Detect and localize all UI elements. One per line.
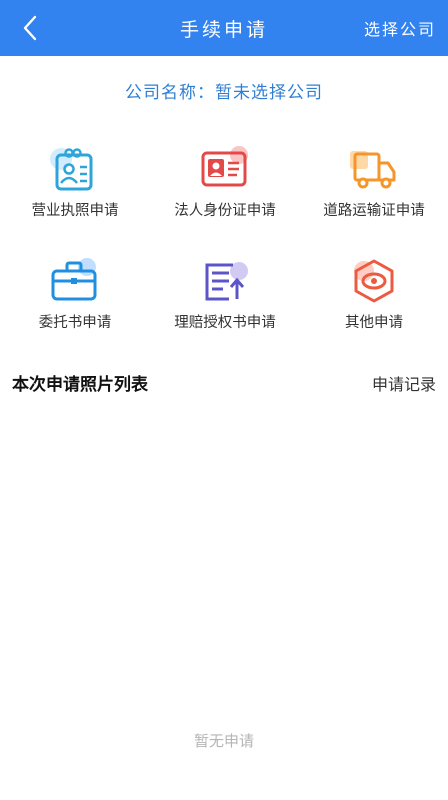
id-card-icon — [201, 146, 248, 187]
tile-label: 委托书申请 — [38, 315, 112, 331]
tile-label: 其他申请 — [345, 315, 403, 331]
tile-label: 理赔授权书申请 — [174, 315, 276, 331]
navbar: 手续申请 选择公司 — [0, 0, 448, 56]
page-title: 手续申请 — [179, 18, 268, 41]
photo-list-title: 本次申请照片列表 — [12, 375, 148, 395]
hexagon-eye-icon — [354, 259, 394, 303]
business-license-icon — [50, 148, 93, 191]
tile-claim-authorization[interactable]: 理赔授权书申请 — [150, 257, 300, 339]
application-grid: 营业执照申请 法人身份证申请 道路运输证申请 委托书申请 理赔授权书申请 其他申… — [0, 145, 448, 339]
select-company-button[interactable]: 选择公司 — [364, 16, 436, 40]
tile-label: 道路运输证申请 — [323, 203, 425, 219]
photo-list-header: 本次申请照片列表 申请记录 — [12, 370, 436, 396]
chevron-left-icon — [23, 15, 37, 41]
tile-label: 营业执照申请 — [31, 203, 119, 219]
application-records-link[interactable]: 申请记录 — [372, 371, 436, 395]
company-name-label: 公司名称：暂未选择公司 — [125, 83, 323, 103]
briefcase-icon — [51, 258, 97, 301]
empty-state-text: 暂无申请 — [193, 732, 254, 750]
back-button[interactable] — [12, 10, 48, 46]
document-upload-icon — [205, 262, 248, 301]
tile-power-of-attorney[interactable]: 委托书申请 — [0, 257, 150, 339]
tile-other[interactable]: 其他申请 — [300, 257, 448, 339]
tile-id-card[interactable]: 法人身份证申请 — [150, 145, 300, 227]
tile-business-license[interactable]: 营业执照申请 — [0, 145, 150, 227]
tile-road-transport[interactable]: 道路运输证申请 — [300, 145, 448, 227]
truck-icon — [350, 151, 396, 189]
tile-label: 法人身份证申请 — [174, 203, 276, 219]
